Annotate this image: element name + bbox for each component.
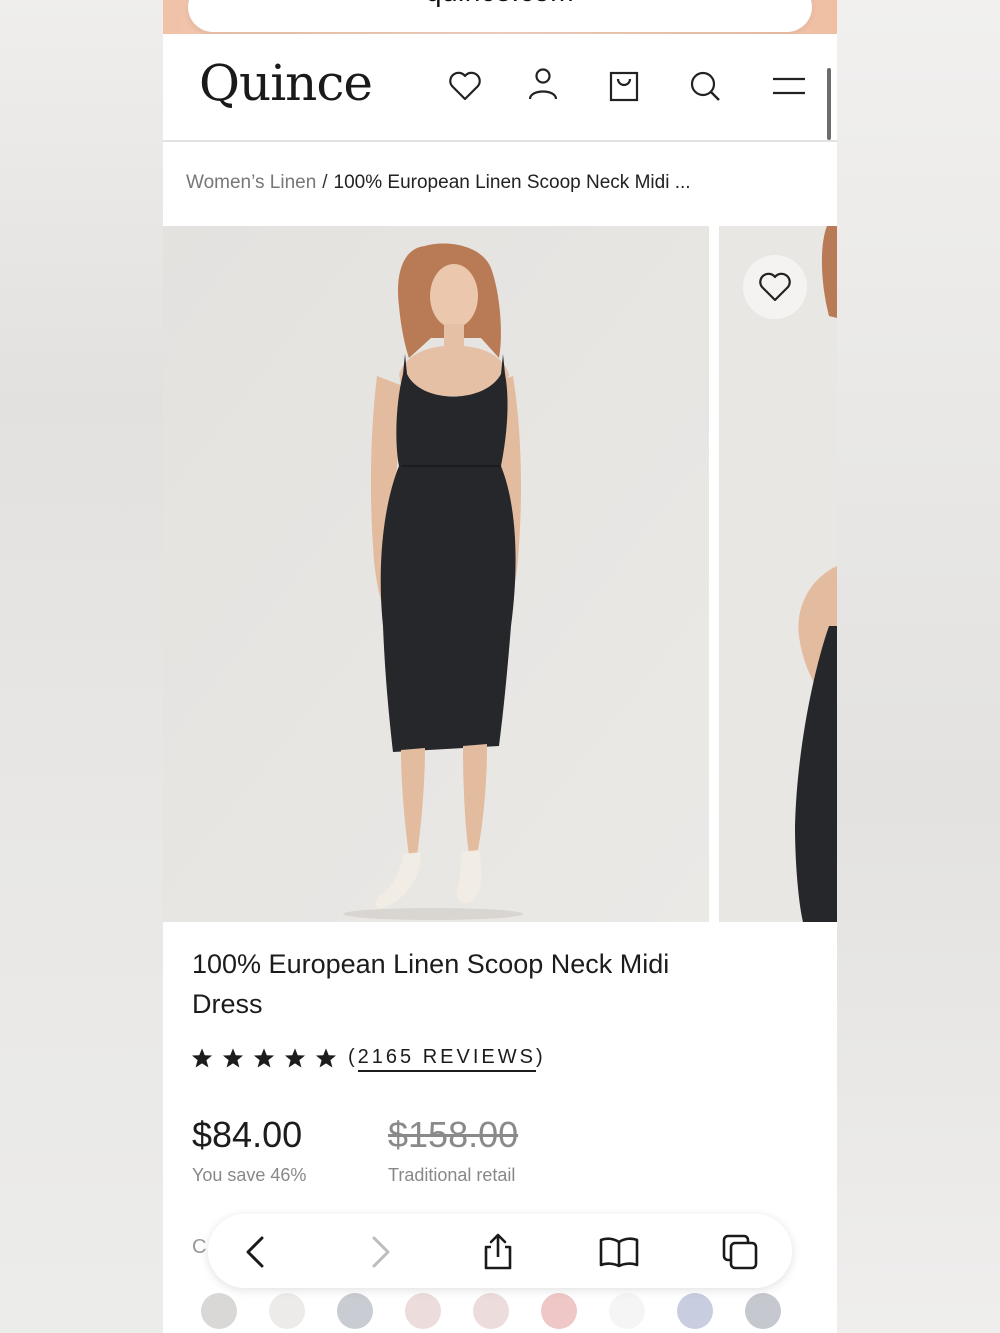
color-swatch[interactable] xyxy=(745,1293,781,1329)
phone-screen: quince.com Quince Women’s xyxy=(163,0,837,1333)
sale-price: $84.00 xyxy=(192,1114,303,1155)
scroll-indicator xyxy=(827,68,831,140)
browser-toolbar xyxy=(208,1214,792,1288)
search-icon[interactable] xyxy=(687,68,723,104)
savings-text: You save 46% xyxy=(192,1165,307,1185)
address-bar[interactable]: quince.com xyxy=(188,0,812,32)
breadcrumb-parent-link[interactable]: Women’s Linen xyxy=(186,172,316,193)
menu-icon[interactable] xyxy=(771,68,807,104)
breadcrumb-current: 100% European Linen Scoop Neck Midi ... xyxy=(333,172,691,193)
star-icon xyxy=(253,1047,275,1067)
breadcrumb: Women’s Linen /100% European Linen Scoop … xyxy=(186,172,691,194)
bookmarks-icon[interactable] xyxy=(599,1232,639,1272)
color-swatch[interactable] xyxy=(269,1293,305,1329)
tabs-icon[interactable] xyxy=(720,1232,760,1272)
reviews-link[interactable]: (2165 REVIEWS) xyxy=(348,1046,546,1072)
color-swatch[interactable] xyxy=(405,1293,441,1329)
breadcrumb-separator: / xyxy=(322,172,328,193)
reviews-count-label[interactable]: 2165 REVIEWS xyxy=(357,1046,536,1072)
heart-outline-icon xyxy=(759,272,791,302)
heart-icon[interactable] xyxy=(447,68,483,104)
color-label-peek: C xyxy=(192,1236,207,1258)
share-icon[interactable] xyxy=(478,1232,518,1272)
background-right xyxy=(837,0,1000,1333)
product-image-main[interactable] xyxy=(163,226,709,922)
back-icon[interactable] xyxy=(236,1232,276,1272)
star-icon xyxy=(222,1047,244,1067)
color-swatch[interactable] xyxy=(677,1293,713,1329)
color-swatch[interactable] xyxy=(541,1293,577,1329)
retail-price: $158.00 xyxy=(388,1114,519,1155)
color-swatch[interactable] xyxy=(473,1293,509,1329)
star-icon xyxy=(191,1047,213,1067)
reviews-close-paren: ) xyxy=(535,1046,546,1068)
product-title: 100% European Linen Scoop Neck Midi Dres… xyxy=(192,949,670,1019)
reviews-open-paren: ( xyxy=(348,1046,358,1068)
retail-label: Traditional retail xyxy=(388,1165,516,1185)
bag-icon[interactable] xyxy=(606,68,642,104)
color-swatch[interactable] xyxy=(609,1293,645,1329)
color-swatch[interactable] xyxy=(201,1293,237,1329)
forward-icon[interactable] xyxy=(360,1232,400,1272)
star-icon xyxy=(315,1047,337,1067)
product-image-secondary[interactable] xyxy=(719,226,837,922)
color-swatch[interactable] xyxy=(337,1293,373,1329)
star-icon xyxy=(284,1047,306,1067)
wishlist-button[interactable] xyxy=(743,255,807,319)
model-in-dress-image xyxy=(163,226,709,922)
model-back-image xyxy=(719,226,837,922)
quince-logo[interactable]: Quince xyxy=(199,54,373,112)
rating-row: (2165 REVIEWS) xyxy=(191,1046,546,1072)
url-text[interactable]: quince.com xyxy=(188,0,812,8)
account-icon[interactable] xyxy=(525,66,561,102)
browser-top-bar: quince.com xyxy=(163,0,837,34)
color-swatches xyxy=(201,1293,801,1329)
site-header: Quince xyxy=(163,34,837,142)
background-left xyxy=(0,0,163,1333)
